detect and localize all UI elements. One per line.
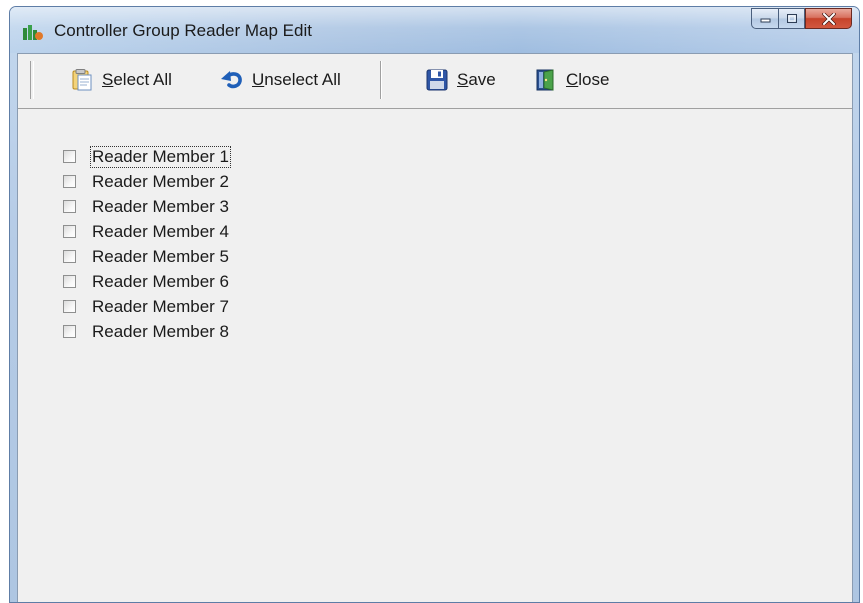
reader-member-checkbox[interactable] bbox=[63, 150, 76, 163]
title-bar[interactable]: Controller Group Reader Map Edit bbox=[10, 7, 859, 53]
select-all-label: Select All bbox=[102, 70, 172, 90]
maximize-button[interactable] bbox=[778, 8, 805, 29]
minimize-icon bbox=[760, 18, 770, 22]
select-all-rest: elect All bbox=[113, 70, 172, 89]
reader-member-item[interactable]: Reader Member 7 bbox=[63, 294, 230, 319]
clipboard-icon bbox=[72, 69, 92, 91]
reader-member-checkbox[interactable] bbox=[63, 175, 76, 188]
reader-member-list: Reader Member 1 Reader Member 2 Reader M… bbox=[63, 144, 232, 344]
select-all-button[interactable]: Select All bbox=[70, 67, 172, 93]
close-window-button[interactable] bbox=[805, 8, 852, 29]
save-label: Save bbox=[457, 70, 496, 90]
close-label: Close bbox=[566, 70, 609, 90]
reader-member-label[interactable]: Reader Member 8 bbox=[91, 322, 230, 342]
reader-member-checkbox[interactable] bbox=[63, 275, 76, 288]
save-rest: ave bbox=[468, 70, 496, 89]
reader-member-checkbox[interactable] bbox=[63, 225, 76, 238]
close-button[interactable]: Close bbox=[534, 67, 609, 93]
unselect-all-button[interactable]: Unselect All bbox=[220, 67, 341, 93]
toolbar: Select All Unselect All Save Close bbox=[18, 54, 852, 109]
close-accel: C bbox=[566, 70, 579, 89]
minimize-button[interactable] bbox=[751, 8, 778, 29]
door-exit-icon bbox=[536, 69, 554, 91]
close-rest: lose bbox=[578, 70, 610, 89]
reader-member-label[interactable]: Reader Member 5 bbox=[91, 247, 230, 267]
unselect-all-label: Unselect All bbox=[252, 70, 341, 90]
save-accel: S bbox=[457, 70, 469, 89]
dialog-window: Controller Group Reader Map Edit Select … bbox=[9, 6, 860, 603]
reader-member-label[interactable]: Reader Member 1 bbox=[89, 145, 232, 168]
maximize-icon bbox=[786, 14, 797, 23]
reader-member-item[interactable]: Reader Member 2 bbox=[63, 169, 230, 194]
reader-member-checkbox[interactable] bbox=[63, 300, 76, 313]
window-title: Controller Group Reader Map Edit bbox=[54, 21, 312, 40]
caption-buttons bbox=[751, 8, 852, 29]
select-all-accel: S bbox=[102, 70, 114, 89]
toolbar-grip[interactable] bbox=[30, 61, 34, 99]
reader-member-label[interactable]: Reader Member 4 bbox=[91, 222, 230, 242]
reader-member-item[interactable]: Reader Member 5 bbox=[63, 244, 230, 269]
floppy-disk-icon bbox=[426, 69, 448, 91]
reader-member-label[interactable]: Reader Member 2 bbox=[91, 172, 230, 192]
app-icon bbox=[23, 25, 43, 40]
unselect-all-accel: U bbox=[252, 70, 265, 89]
reader-member-checkbox[interactable] bbox=[63, 250, 76, 263]
undo-arrow-icon bbox=[221, 71, 242, 89]
unselect-all-rest: nselect All bbox=[264, 70, 341, 89]
reader-member-item[interactable]: Reader Member 1 bbox=[63, 144, 232, 169]
toolbar-separator bbox=[380, 61, 382, 99]
reader-member-item[interactable]: Reader Member 3 bbox=[63, 194, 230, 219]
close-icon bbox=[821, 12, 836, 25]
reader-member-checkbox[interactable] bbox=[63, 200, 76, 213]
client-area: Select All Unselect All Save Close Reade… bbox=[17, 53, 853, 602]
reader-member-item[interactable]: Reader Member 4 bbox=[63, 219, 230, 244]
reader-member-label[interactable]: Reader Member 3 bbox=[91, 197, 230, 217]
reader-member-item[interactable]: Reader Member 8 bbox=[63, 319, 230, 344]
reader-member-label[interactable]: Reader Member 7 bbox=[91, 297, 230, 317]
reader-member-checkbox[interactable] bbox=[63, 325, 76, 338]
reader-member-label[interactable]: Reader Member 6 bbox=[91, 272, 230, 292]
reader-member-item[interactable]: Reader Member 6 bbox=[63, 269, 230, 294]
save-button[interactable]: Save bbox=[425, 67, 496, 93]
